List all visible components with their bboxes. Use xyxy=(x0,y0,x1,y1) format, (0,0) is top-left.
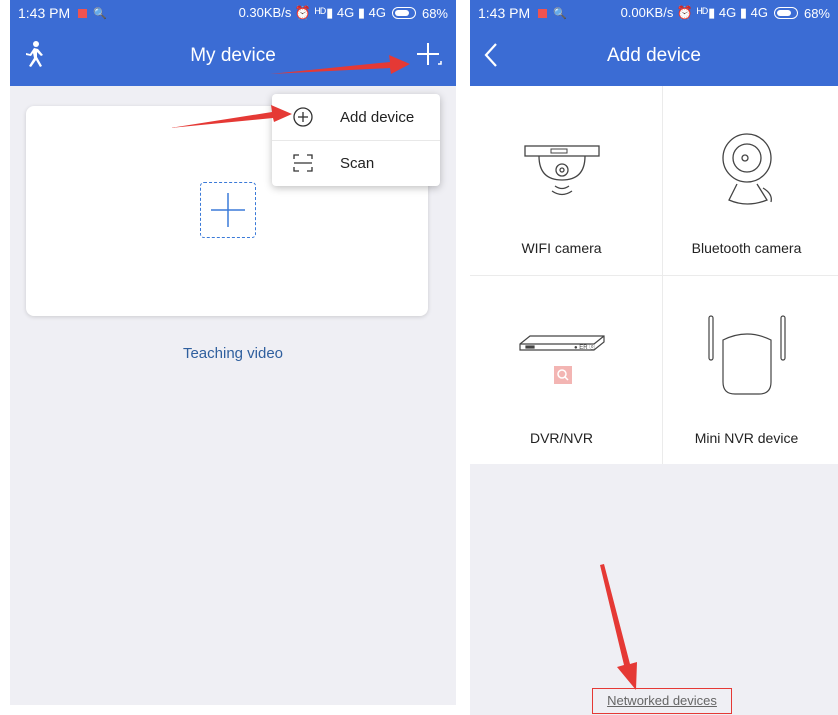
my-device-screen: 1:43 PM 🔍 0.30KB/s ⏰ ᴴᴰ▮ 4G ▮ 4G 68% My … xyxy=(10,0,456,705)
wifi-camera-icon xyxy=(517,128,607,213)
device-label: Mini NVR device xyxy=(694,430,799,446)
status-indicators: 0.00KB/s ⏰ ᴴᴰ▮ 4G ▮ 4G xyxy=(620,5,768,20)
search-icon: 🔍 xyxy=(93,7,107,20)
battery-level: 68% xyxy=(803,5,830,21)
device-option-mini-nvr[interactable]: Mini NVR device xyxy=(655,276,838,464)
notification-icon xyxy=(78,8,88,18)
header: Add device xyxy=(470,26,838,86)
device-type-grid: WIFI camera Bluetooth camera ● ER ⓞ DVR/… xyxy=(470,86,838,464)
plus-circle-icon xyxy=(292,106,314,132)
status-time: 1:43 PM xyxy=(478,5,531,21)
device-option-bluetooth-camera[interactable]: Bluetooth camera xyxy=(655,86,838,274)
svg-text:● ER ⓞ: ● ER ⓞ xyxy=(574,343,595,351)
networked-devices-link[interactable]: Networked devices xyxy=(592,688,732,714)
battery-icon xyxy=(773,7,798,19)
add-button[interactable] xyxy=(414,40,444,75)
menu-item-add-device[interactable]: Add device xyxy=(272,94,440,140)
status-indicators: 0.30KB/s ⏰ ᴴᴰ▮ 4G ▮ 4G xyxy=(238,5,386,20)
status-bar: 1:43 PM 🔍 0.00KB/s ⏰ ᴴᴰ▮ 4G ▮ 4G 68% xyxy=(470,0,838,26)
device-label: DVR/NVR xyxy=(529,430,593,446)
add-device-tile[interactable] xyxy=(200,182,256,238)
walking-person-icon[interactable] xyxy=(22,40,46,73)
dvr-icon: ● ER ⓞ xyxy=(512,318,612,403)
page-title: Add device xyxy=(606,45,701,66)
teaching-video-link[interactable]: Teaching video xyxy=(10,345,456,362)
header: My device xyxy=(10,26,456,86)
menu-item-scan[interactable]: Scan xyxy=(272,140,440,186)
add-device-screen: 1:43 PM 🔍 0.00KB/s ⏰ ᴴᴰ▮ 4G ▮ 4G 68% Add… xyxy=(470,0,838,715)
device-label: Bluetooth camera xyxy=(691,240,802,256)
menu-label-scan: Scan xyxy=(340,154,375,172)
bluetooth-camera-icon xyxy=(707,128,787,223)
notification-icon xyxy=(538,8,548,18)
status-time: 1:43 PM xyxy=(18,5,71,21)
device-label: WIFI camera xyxy=(521,240,602,256)
device-option-wifi-camera[interactable]: WIFI camera xyxy=(470,86,653,274)
dropdown-menu: Add device Scan xyxy=(272,94,440,186)
battery-level: 68% xyxy=(421,5,448,21)
battery-icon xyxy=(391,7,416,19)
device-option-dvr-nvr[interactable]: ● ER ⓞ DVR/NVR xyxy=(470,276,653,464)
search-icon: 🔍 xyxy=(553,7,567,20)
status-bar: 1:43 PM 🔍 0.30KB/s ⏰ ᴴᴰ▮ 4G ▮ 4G 68% xyxy=(10,0,456,26)
scan-icon xyxy=(292,152,314,178)
back-icon[interactable] xyxy=(482,42,500,73)
menu-label-add-device: Add device xyxy=(340,108,415,126)
page-title: My device xyxy=(190,45,276,66)
mini-nvr-icon xyxy=(697,306,797,411)
